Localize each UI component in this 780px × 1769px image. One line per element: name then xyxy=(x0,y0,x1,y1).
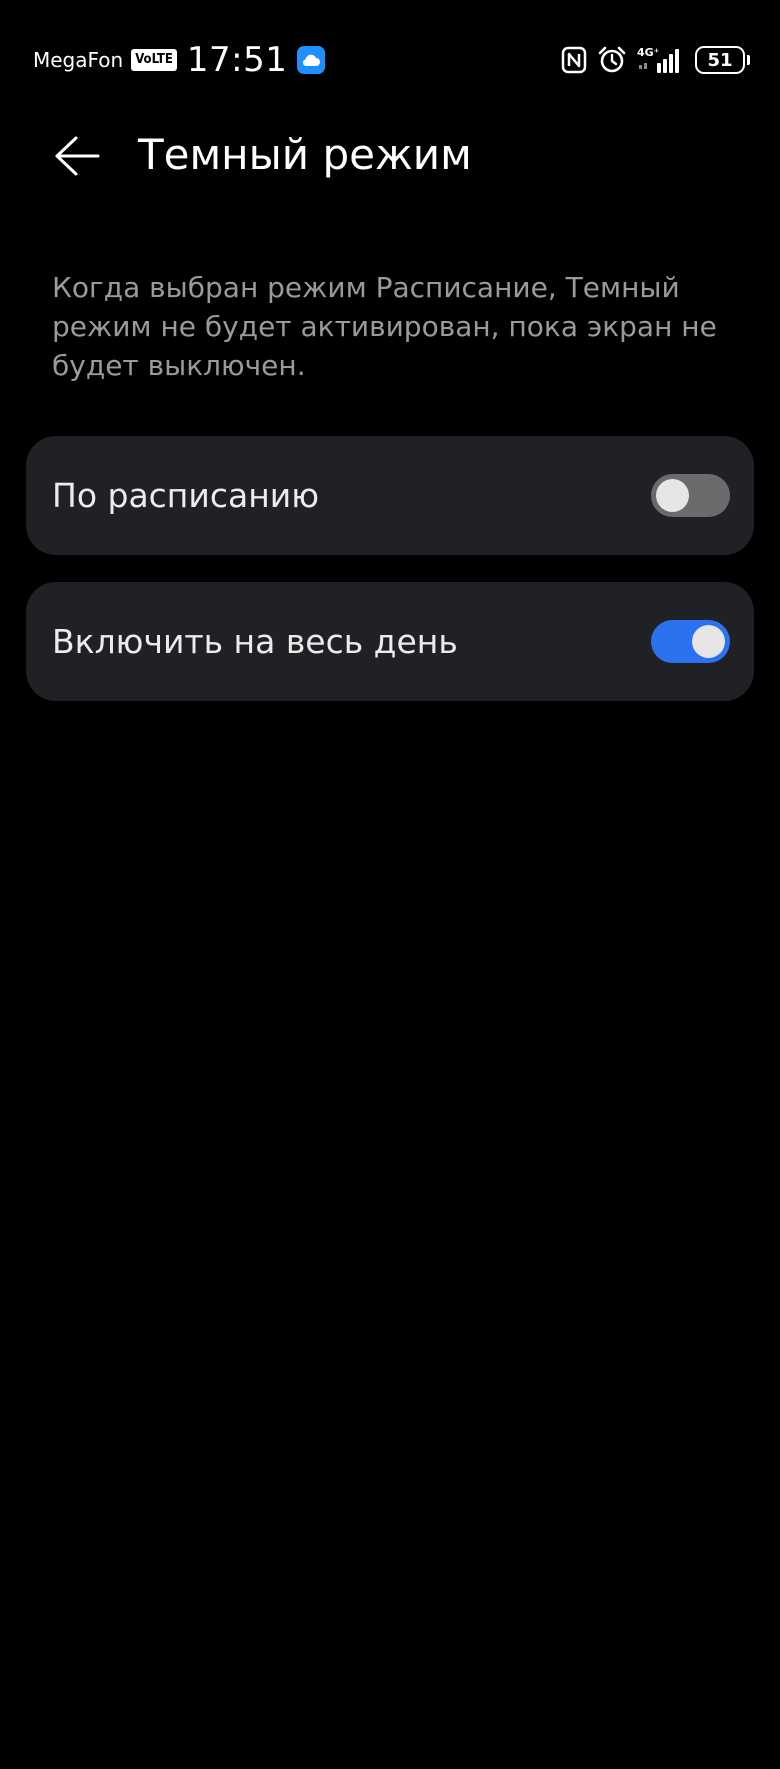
description-text: Когда выбран режим Расписание, Темный ре… xyxy=(52,271,717,382)
setting-all-day-label: Включить на весь день xyxy=(52,622,458,661)
back-arrow-icon xyxy=(55,136,100,176)
volte-badge: VoLTE xyxy=(131,49,177,71)
carrier-name: MegaFon xyxy=(33,48,124,72)
setting-all-day[interactable]: Включить на весь день xyxy=(26,582,754,701)
status-time: 17:51 xyxy=(186,40,288,80)
cloud-icon xyxy=(297,46,326,74)
battery-icon: 51 xyxy=(695,46,750,74)
setting-schedule-label: По расписанию xyxy=(52,476,319,515)
nfc-icon xyxy=(561,46,587,74)
app-header: Темный режим xyxy=(0,112,780,200)
all-day-toggle[interactable] xyxy=(651,620,730,663)
alarm-icon xyxy=(597,45,627,75)
status-bar-left: MegaFon VoLTE 17:51 xyxy=(33,40,326,80)
svg-text:4G⁺: 4G⁺ xyxy=(637,46,660,59)
toggle-knob xyxy=(656,479,689,512)
toggle-knob xyxy=(692,625,725,658)
battery-nub xyxy=(747,55,750,65)
signal-icon: 4G⁺ xyxy=(637,45,685,75)
status-bar-right: 4G⁺ 51 xyxy=(561,42,750,78)
status-bar: MegaFon VoLTE 17:51 4G⁺ 51 xyxy=(0,0,780,120)
schedule-toggle[interactable] xyxy=(651,474,730,517)
battery-level: 51 xyxy=(695,46,745,74)
page-title: Темный режим xyxy=(138,130,472,179)
back-button[interactable] xyxy=(50,132,104,180)
setting-schedule[interactable]: По расписанию xyxy=(26,436,754,555)
